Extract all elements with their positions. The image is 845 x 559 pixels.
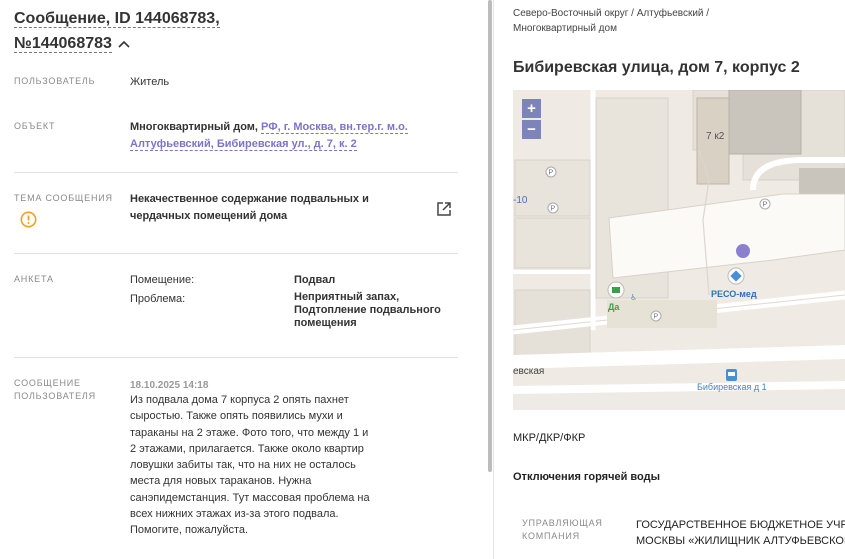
user-label: ПОЛЬЗОВАТЕЛЬ <box>14 76 96 86</box>
object-address-link[interactable]: РФ, г. Москва, вн.тер.г. м.о. <box>261 121 408 134</box>
map-label-poi: РЕСО-мед <box>711 289 757 299</box>
open-external-icon[interactable] <box>436 201 452 217</box>
topic-row: ТЕМА СООБЩЕНИЯ Некачественное содержание… <box>14 192 458 236</box>
divider <box>14 172 458 173</box>
message-line: Из подвала дома 7 корпуса 2 опять пахнет <box>130 394 349 406</box>
survey-label: АНКЕТА <box>14 274 54 284</box>
object-address-title: Бибиревская улица, дом 7, корпус 2 <box>513 59 800 76</box>
parking-label: P <box>549 170 554 177</box>
object-address-link-2[interactable]: Алтуфьевский, Бибиревская ул., д. 7, к. … <box>130 138 357 151</box>
message-line: ловушки забиты так, что на них не остало… <box>130 459 356 472</box>
message-label: СООБЩЕНИЕ ПОЛЬЗОВАТЕЛЯ <box>14 377 96 403</box>
message-label-line: ПОЛЬЗОВАТЕЛЯ <box>14 391 96 401</box>
management-value: ГОСУДАРСТВЕННОЕ БЮДЖЕТНОЕ УЧРЕЖ МОСКВЫ «… <box>636 517 845 549</box>
page-title: Сообщение, ID 144068783, №144068783 <box>14 6 454 56</box>
object-type: Многоквартирный дом, <box>130 121 258 133</box>
user-value: Житель <box>130 76 170 88</box>
breadcrumb-line[interactable]: Многоквартирный дом <box>513 23 617 34</box>
management-label: УПРАВЛЯЮЩАЯ КОМПАНИЯ <box>522 517 612 543</box>
mkr-link[interactable]: МКР/ДКР/ФКР <box>513 432 585 444</box>
parking-label: P <box>551 206 556 213</box>
message-text: Из подвала дома 7 корпуса 2 опять пахнет… <box>130 392 390 539</box>
survey-value-problem: Неприятный запах, Подтопление подвальног… <box>294 291 454 330</box>
parking-label: P <box>763 202 768 209</box>
survey-row: АНКЕТА Помещение: Подвал Проблема: Непри… <box>14 273 458 339</box>
message-row: СООБЩЕНИЕ ПОЛЬЗОВАТЕЛЯ 18.10.2025 14:18 … <box>14 377 458 547</box>
topic-value: Некачественное содержание подвальных и ч… <box>130 191 420 225</box>
chevron-up-icon[interactable] <box>116 38 132 50</box>
survey-value-room: Подвал <box>294 274 336 286</box>
map-label-building: 7 к2 <box>706 131 725 142</box>
management-value-line: МОСКВЫ «ЖИЛИЩНИК АЛТУФЬЕВСКОГО <box>636 535 845 547</box>
left-panel: Сообщение, ID 144068783, №144068783 ПОЛЬ… <box>0 0 490 559</box>
survey-key-problem: Проблема: <box>130 293 186 305</box>
right-panel: Северо-Восточный округ / Алтуфьевский / … <box>494 0 845 559</box>
title-line1: Сообщение, ID 144068783, <box>14 10 220 28</box>
zoom-out-button[interactable]: − <box>522 120 541 139</box>
breadcrumb-line[interactable]: Северо-Восточный округ / Алтуфьевский / <box>513 8 709 19</box>
map-label-bus-stop: Бибиревская д 1 <box>697 382 767 392</box>
map[interactable]: 7 к2 P P P P -10 РЕСО-мед Да ♿ евская Би… <box>513 90 845 410</box>
message-line: места для новых тараканов. Нужна <box>130 475 312 488</box>
parking-label: P <box>654 314 659 321</box>
hot-water-section[interactable]: Отключения горячей воды <box>513 471 660 483</box>
topic-line1: Некачественное содержание подвальных и <box>130 193 369 205</box>
message-line: 2 этажами, прилагается. Также около квар… <box>130 442 364 455</box>
map-label-edge: -10 <box>513 195 528 206</box>
left-scrollbar[interactable] <box>488 0 492 472</box>
object-marker[interactable] <box>736 244 750 258</box>
object-label: ОБЪЕКТ <box>14 121 56 131</box>
message-line: сыростью. Также опять появились мухи и <box>130 410 343 423</box>
message-line: тараканы на 2 этаже. Фото того, что межд… <box>130 426 369 439</box>
message-label-line: СООБЩЕНИЕ <box>14 378 81 388</box>
object-row: ОБЪЕКТ Многоквартирный дом, РФ, г. Москв… <box>14 120 458 160</box>
divider <box>14 357 458 358</box>
warning-icon <box>20 211 37 228</box>
survey-key-room: Помещение: <box>130 274 195 286</box>
problem-line: Неприятный запах, <box>294 291 400 303</box>
message-line: всех нижних этажах из-за этого подвала. <box>130 508 339 521</box>
message-line: санэпидемстанция. Тут массовая проблема … <box>130 491 370 504</box>
zoom-in-button[interactable]: + <box>522 99 541 118</box>
svg-text:♿: ♿ <box>630 293 637 302</box>
map-label-street: евская <box>513 366 544 377</box>
topic-line2: чердачных помещений дома <box>130 210 288 222</box>
map-label-poi: Да <box>608 302 620 312</box>
message-line: Помогите, пожалуйста. <box>130 524 249 537</box>
map-canvas: 7 к2 P P P P -10 РЕСО-мед Да ♿ евская Би… <box>513 90 845 410</box>
problem-line: помещения <box>294 317 357 329</box>
topic-label: ТЕМА СООБЩЕНИЯ <box>14 193 113 203</box>
divider <box>14 253 458 254</box>
management-label-line: УПРАВЛЯЮЩАЯ <box>522 518 603 528</box>
title-line2: №144068783 <box>14 35 112 53</box>
management-label-line: КОМПАНИЯ <box>522 531 580 541</box>
problem-line: Подтопление подвального <box>294 304 441 316</box>
breadcrumb: Северо-Восточный округ / Алтуфьевский / … <box>513 6 833 36</box>
management-value-line: ГОСУДАРСТВЕННОЕ БЮДЖЕТНОЕ УЧРЕЖ <box>636 519 845 531</box>
object-value: Многоквартирный дом, РФ, г. Москва, вн.т… <box>130 119 460 153</box>
user-row: ПОЛЬЗОВАТЕЛЬ Житель <box>14 75 458 95</box>
